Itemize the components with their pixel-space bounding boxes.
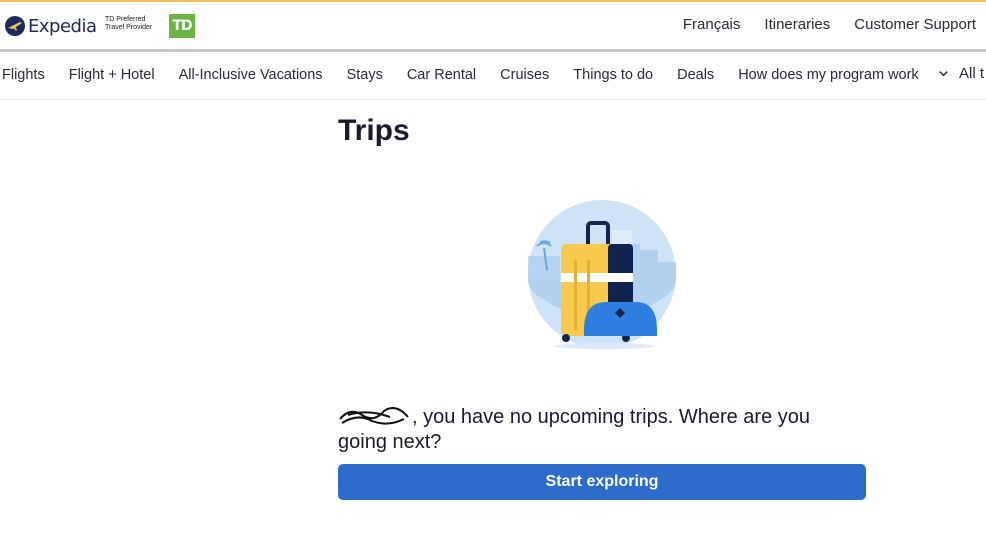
nav-more-button[interactable]: All t — [938, 65, 984, 82]
nav-item-stays[interactable]: Stays — [347, 67, 383, 83]
partner-line-1: TD Preferred — [105, 16, 146, 23]
partner-line-2: Travel Provider — [105, 24, 153, 31]
nav-item-flight-hotel[interactable]: Flight + Hotel — [69, 67, 155, 83]
itineraries-link[interactable]: Itineraries — [764, 16, 830, 33]
expedia-logo[interactable]: Expedia — [4, 12, 97, 40]
nav-more-label: All t — [959, 65, 985, 82]
nav-item-car-rental[interactable]: Car Rental — [407, 67, 476, 83]
chevron-down-icon — [939, 71, 948, 77]
td-logo: TD — [169, 14, 195, 38]
nav-item-flights[interactable]: Flights — [2, 67, 45, 83]
plane-globe-icon — [5, 16, 25, 36]
redacted-name-scribble — [339, 407, 409, 425]
header-links: Français Itineraries Customer Support — [683, 16, 976, 33]
nav-item-things-to-do[interactable]: Things to do — [573, 67, 653, 83]
luggage-illustration — [528, 200, 676, 349]
nav-item-program[interactable]: How does my program work — [738, 67, 919, 83]
nav-item-cruises[interactable]: Cruises — [500, 67, 549, 83]
language-link[interactable]: Français — [683, 16, 741, 33]
nav-item-deals[interactable]: Deals — [677, 67, 714, 83]
main-nav: Flights Flight + Hotel All-Inclusive Vac… — [0, 52, 986, 100]
start-exploring-button[interactable]: Start exploring — [338, 464, 866, 500]
page-title: Trips — [338, 114, 410, 147]
empty-trips-message: , you have no upcoming trips. Where are … — [338, 405, 858, 455]
brand-name: Expedia — [28, 15, 97, 37]
partner-label: TD Preferred Travel Provider — [105, 16, 152, 32]
customer-support-link[interactable]: Customer Support — [854, 16, 976, 33]
nav-item-all-inclusive[interactable]: All-Inclusive Vacations — [179, 67, 323, 83]
site-header: Expedia TD Preferred Travel Provider TD … — [0, 2, 986, 49]
